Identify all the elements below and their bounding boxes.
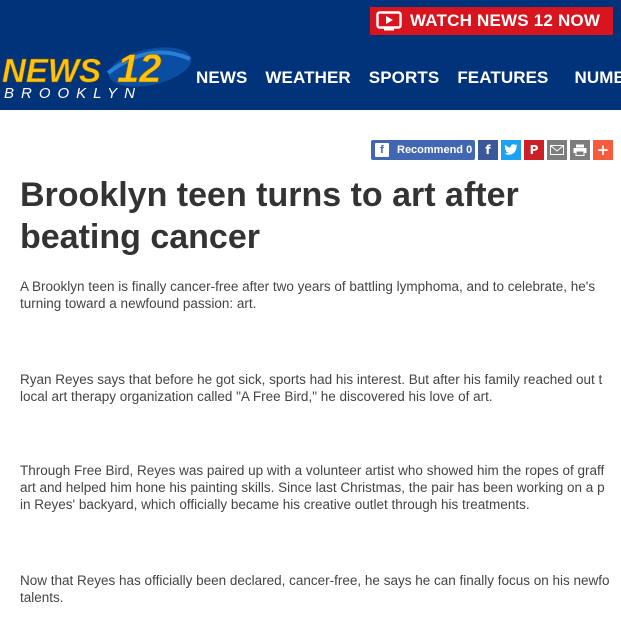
watch-live-button[interactable]: WATCH NEWS 12 NOW [370, 7, 613, 35]
article-paragraph-1: A Brooklyn teen is finally cancer-free a… [20, 278, 621, 312]
nav-news[interactable]: NEWS [196, 68, 247, 88]
nav-sports[interactable]: SPORTS [369, 68, 440, 88]
paragraph-line: Through Free Bird, Reyes was paired up w… [20, 463, 605, 478]
paragraph-line: Ryan Reyes says that before he got sick,… [20, 372, 603, 387]
more-share-icon[interactable]: + [593, 140, 613, 160]
share-bar: f Recommend 0 f P + [371, 140, 616, 160]
email-icon[interactable] [547, 140, 567, 160]
paragraph-line: turning toward a newfound passion: art. [20, 296, 257, 311]
headline-line-2: beating cancer [20, 218, 260, 256]
facebook-icon[interactable]: f [478, 140, 498, 160]
nav-number[interactable]: NUMBER [574, 68, 621, 88]
nav-weather[interactable]: WEATHER [265, 68, 350, 88]
recommend-button[interactable]: f Recommend 0 [371, 140, 475, 160]
article-paragraph-4: Now that Reyes has officially been decla… [20, 572, 621, 606]
nav-features[interactable]: FEATURES [457, 68, 548, 88]
facebook-logo-icon: f [375, 143, 389, 157]
paragraph-line: local art therapy organization called "A… [20, 389, 493, 404]
watch-live-label: WATCH NEWS 12 NOW [410, 11, 601, 30]
paragraph-line: talents. [20, 590, 64, 605]
pinterest-icon[interactable]: P [524, 140, 544, 160]
paragraph-line: A Brooklyn teen is finally cancer-free a… [20, 279, 596, 294]
paragraph-line: art and helped him hone his painting ski… [20, 480, 605, 495]
recommend-label: Recommend 0 [397, 144, 473, 156]
svg-text:BROOKLYN: BROOKLYN [4, 85, 142, 102]
article-paragraph-3: Through Free Bird, Reyes was paired up w… [20, 462, 621, 513]
paragraph-line: Now that Reyes has officially been decla… [20, 573, 610, 588]
news12-logo[interactable]: NEWS 12 BROOKLYN [0, 47, 192, 103]
svg-text:NEWS: NEWS [2, 52, 101, 89]
article-paragraph-2: Ryan Reyes says that before he got sick,… [20, 371, 621, 405]
article-headline: Brooklyn teen turns to art after beating… [20, 174, 610, 258]
print-icon[interactable] [570, 140, 590, 160]
twitter-icon[interactable] [501, 140, 521, 160]
tv-icon [376, 11, 402, 31]
site-header: WATCH NEWS 12 NOW NEWS 12 BROOKLYN NEWS … [0, 0, 621, 110]
main-nav: NEWS WEATHER SPORTS FEATURES NUMBER [196, 68, 621, 88]
paragraph-line: in Reyes' backyard, which officially bec… [20, 497, 530, 512]
headline-line-1: Brooklyn teen turns to art after [20, 176, 519, 214]
